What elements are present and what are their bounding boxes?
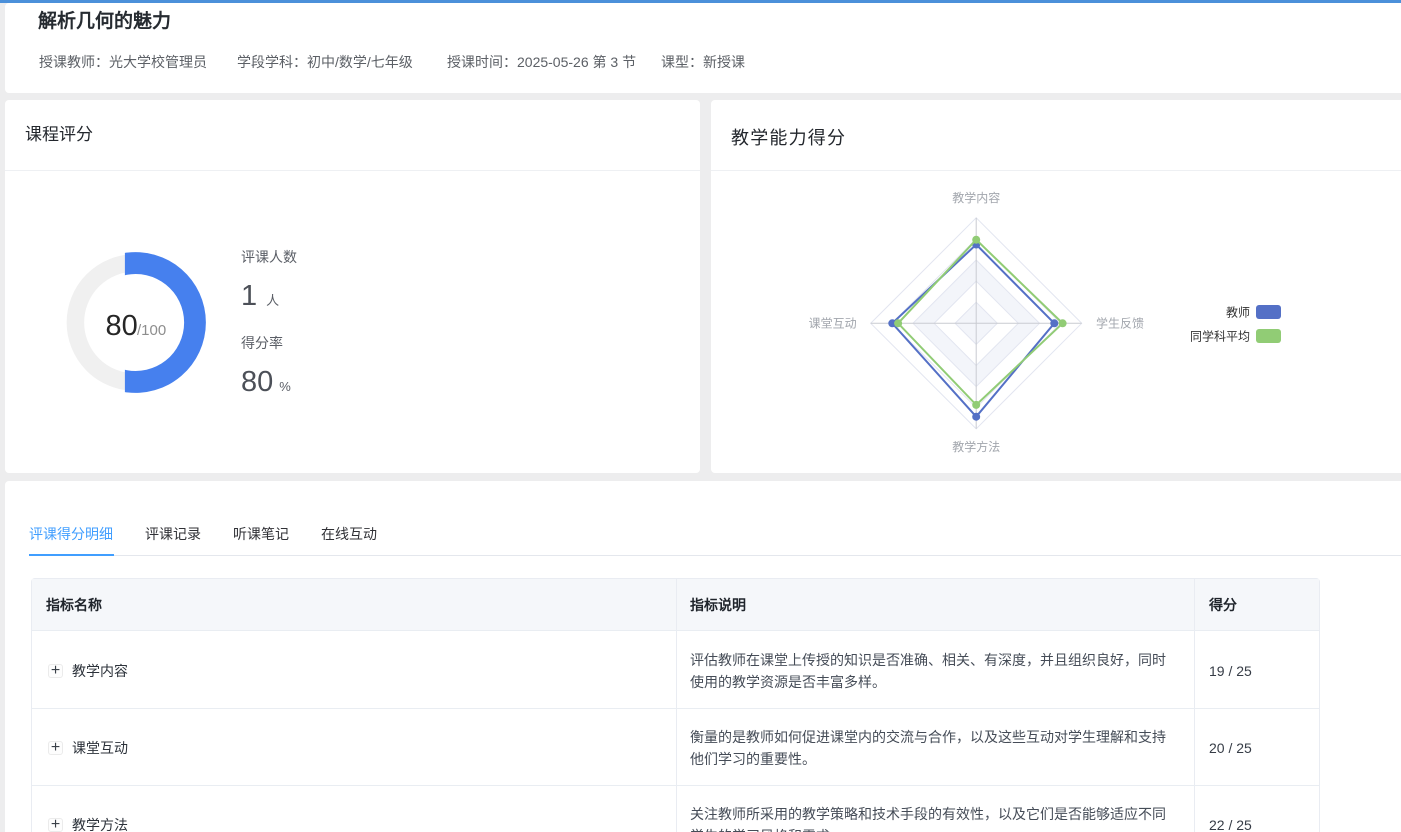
svg-text:80: 80	[106, 310, 138, 342]
svg-text:/100: /100	[137, 322, 166, 339]
svg-text:教学方法: 教学方法	[952, 439, 1000, 454]
svg-text:课堂互动: 课堂互动	[809, 317, 857, 331]
svg-text:同学科平均: 同学科平均	[1190, 328, 1250, 343]
svg-text:教师: 教师	[1226, 304, 1250, 319]
svg-text:学生反馈: 学生反馈	[1096, 316, 1144, 331]
svg-text:教学内容: 教学内容	[952, 190, 1000, 205]
